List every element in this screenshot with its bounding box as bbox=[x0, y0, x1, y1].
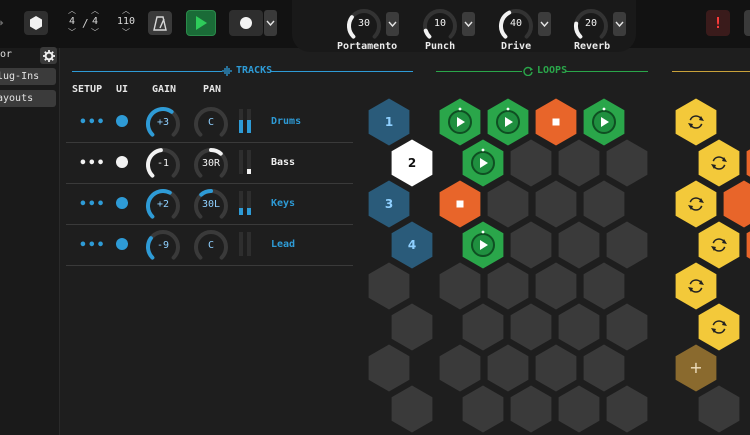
empty-track-slot-hex[interactable] bbox=[391, 303, 433, 351]
loop-clip-stopped[interactable] bbox=[535, 98, 577, 146]
empty-clip-hex[interactable] bbox=[487, 180, 529, 228]
empty-clip-hex[interactable] bbox=[510, 303, 552, 351]
scene-hex[interactable] bbox=[698, 303, 740, 351]
clip-playhead bbox=[481, 230, 485, 234]
empty-clip-hex[interactable] bbox=[535, 262, 577, 310]
empty-clip-hex[interactable] bbox=[462, 385, 504, 433]
scene-hex-edge[interactable] bbox=[746, 222, 750, 269]
stop-icon bbox=[456, 200, 464, 208]
empty-clip-hex[interactable] bbox=[510, 221, 552, 269]
empty-track-slot-hex[interactable] bbox=[368, 262, 410, 310]
empty-clip-hex[interactable] bbox=[510, 139, 552, 187]
empty-scene-hex[interactable] bbox=[698, 385, 740, 433]
track-hex[interactable]: 4 bbox=[391, 221, 433, 269]
empty-clip-hex[interactable] bbox=[583, 262, 625, 310]
empty-clip-hex[interactable] bbox=[487, 344, 529, 392]
empty-clip-hex[interactable] bbox=[583, 180, 625, 228]
clip-playhead bbox=[481, 148, 485, 152]
clip-playhead bbox=[458, 107, 462, 111]
empty-clip-hex[interactable] bbox=[606, 221, 648, 269]
empty-clip-hex[interactable] bbox=[558, 303, 600, 351]
empty-clip-hex[interactable] bbox=[558, 385, 600, 433]
stop-icon bbox=[552, 118, 560, 126]
track-hex-label: 3 bbox=[385, 197, 393, 211]
track-hex-label: 1 bbox=[385, 115, 393, 129]
empty-clip-hex[interactable] bbox=[439, 262, 481, 310]
loop-clip-stopped[interactable] bbox=[439, 180, 481, 228]
add-icon: + bbox=[689, 358, 702, 377]
track-hex[interactable]: 3 bbox=[368, 180, 410, 228]
empty-clip-hex[interactable] bbox=[606, 139, 648, 187]
empty-clip-hex[interactable] bbox=[510, 385, 552, 433]
empty-clip-hex[interactable] bbox=[487, 262, 529, 310]
clip-playhead bbox=[602, 107, 606, 111]
clip-playhead bbox=[506, 107, 510, 111]
empty-track-slot-hex[interactable] bbox=[391, 385, 433, 433]
loop-clip-playing[interactable] bbox=[583, 98, 625, 146]
track-hex-label: 4 bbox=[408, 238, 416, 252]
app-root: ➔ ︿ 4 ﹀ / ︿ 4 ﹀ ︿ 110 ﹀ bbox=[0, 0, 750, 435]
loop-clip-playing[interactable] bbox=[462, 221, 504, 269]
add-scene-hex[interactable]: + bbox=[675, 344, 717, 392]
track-hex-label: 2 bbox=[408, 156, 416, 170]
empty-clip-hex[interactable] bbox=[606, 303, 648, 351]
empty-clip-hex[interactable] bbox=[606, 385, 648, 433]
loop-clip-playing[interactable] bbox=[439, 98, 481, 146]
hex-grid: 1 2 3 4 + bbox=[368, 98, 750, 433]
empty-track-slot-hex[interactable] bbox=[368, 344, 410, 392]
scene-hex-edge[interactable] bbox=[746, 140, 750, 187]
track-hex[interactable]: 1 bbox=[368, 98, 410, 146]
scene-hex[interactable] bbox=[675, 180, 717, 228]
loop-clip-playing[interactable] bbox=[462, 139, 504, 187]
empty-clip-hex[interactable] bbox=[439, 344, 481, 392]
empty-clip-hex[interactable] bbox=[583, 344, 625, 392]
empty-clip-hex[interactable] bbox=[535, 344, 577, 392]
track-hex[interactable]: 2 bbox=[391, 139, 433, 187]
scene-hex[interactable] bbox=[675, 262, 717, 310]
scene-hex[interactable] bbox=[675, 98, 717, 146]
empty-clip-hex[interactable] bbox=[558, 139, 600, 187]
scene-hex-edge[interactable] bbox=[723, 180, 750, 228]
scene-hex[interactable] bbox=[698, 139, 740, 187]
empty-clip-hex[interactable] bbox=[558, 221, 600, 269]
loop-clip-playing[interactable] bbox=[487, 98, 529, 146]
empty-clip-hex[interactable] bbox=[462, 303, 504, 351]
scene-hex[interactable] bbox=[698, 221, 740, 269]
empty-clip-hex[interactable] bbox=[535, 180, 577, 228]
